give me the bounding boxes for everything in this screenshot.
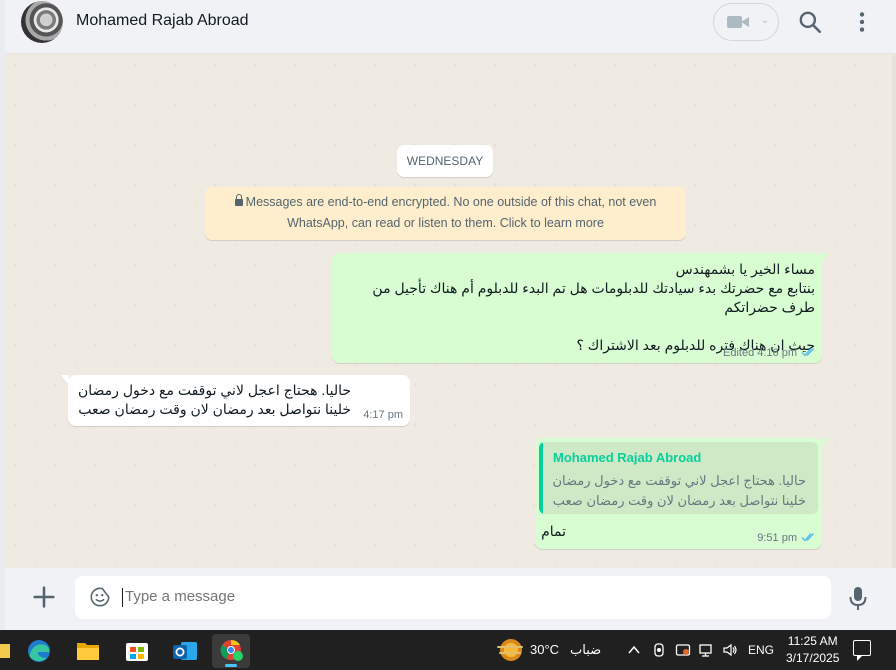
- video-call-lens: [741, 17, 749, 27]
- double-check-icon: [801, 533, 815, 542]
- whatsapp-window: Mohamed Rajab Abroad ⌄ WEDNESDAY Message…: [5, 0, 896, 630]
- quoted-message[interactable]: Mohamed Rajab Abroad حاليا. هحتاج اعجل ل…: [539, 442, 818, 514]
- encryption-notice-text: Messages are end-to-end encrypted. No on…: [245, 195, 657, 230]
- message-list[interactable]: WEDNESDAY Messages are end-to-end encryp…: [5, 55, 896, 568]
- message-incoming[interactable]: حاليا. هحتاج اعجل لاني توقفت مع دخول رمض…: [61, 375, 410, 426]
- chat-header: Mohamed Rajab Abroad ⌄: [5, 0, 896, 54]
- taskbar-clock[interactable]: 11:25 AM 3/17/2025: [786, 633, 839, 667]
- fog-line: [497, 646, 523, 648]
- encryption-notice[interactable]: Messages are end-to-end encrypted. No on…: [205, 187, 686, 240]
- chevron-up-icon[interactable]: [626, 642, 642, 658]
- message-outgoing[interactable]: مساء الخير يا بشمهندس بنتابع مع حضرتك بد…: [332, 253, 829, 363]
- edge-icon[interactable]: [20, 634, 58, 668]
- quoted-author: Mohamed Rajab Abroad: [553, 450, 702, 465]
- notification-icon[interactable]: [853, 640, 871, 661]
- windows-taskbar: 30°C ضباب ENG 11:25 AM 3/17/2025: [0, 630, 896, 670]
- emoji-icon[interactable]: [89, 586, 111, 608]
- volume-icon[interactable]: [722, 642, 738, 658]
- weather-condition[interactable]: ضباب: [570, 642, 601, 658]
- message-box[interactable]: [75, 576, 831, 619]
- quote-accent-bar: [539, 442, 543, 514]
- text-caret: [122, 588, 123, 607]
- message-time: 4:17 pm: [363, 409, 403, 421]
- clock-date: 3/17/2025: [786, 651, 840, 665]
- lock-icon: [234, 194, 243, 206]
- store-icon[interactable]: [118, 634, 156, 668]
- message-input[interactable]: [125, 588, 805, 605]
- date-separator: WEDNESDAY: [397, 145, 493, 177]
- meet-now-icon[interactable]: [651, 642, 667, 658]
- message-meta: Edited 4:16 pm: [723, 347, 797, 359]
- weather-icon[interactable]: [500, 639, 522, 661]
- video-call-button[interactable]: ⌄: [713, 3, 779, 41]
- message-text: مساء الخير يا بشمهندس بنتابع مع حضرتك بد…: [372, 261, 815, 353]
- contact-name[interactable]: Mohamed Rajab Abroad: [76, 12, 249, 30]
- video-call-icon: [727, 16, 742, 28]
- whatsapp-chrome-icon[interactable]: [212, 634, 250, 668]
- fog-line: [499, 652, 521, 654]
- double-check-icon: [801, 348, 815, 357]
- microphone-icon[interactable]: [848, 586, 868, 612]
- message-outgoing-reply[interactable]: Mohamed Rajab Abroad حاليا. هحتاج اعجل ل…: [535, 438, 829, 549]
- contact-avatar[interactable]: [21, 1, 63, 43]
- outlook-icon[interactable]: [166, 634, 204, 668]
- weather-temperature[interactable]: 30°C: [530, 642, 559, 657]
- menu-icon[interactable]: [848, 9, 876, 35]
- clock-time: 11:25 AM: [787, 634, 838, 648]
- security-icon[interactable]: [675, 642, 691, 658]
- message-text: تمام: [541, 523, 566, 539]
- file-explorer-icon[interactable]: [69, 634, 107, 668]
- composer-bar: [5, 568, 896, 630]
- chevron-down-icon: ⌄: [761, 15, 770, 26]
- scrollbar[interactable]: [892, 55, 896, 568]
- network-icon[interactable]: [698, 642, 714, 658]
- quoted-text: حاليا. هحتاج اعجل لاني توقفت مع دخول رمض…: [552, 473, 806, 508]
- message-time: 9:51 pm: [757, 532, 797, 544]
- plus-icon[interactable]: [30, 583, 58, 611]
- message-text: حاليا. هحتاج اعجل لاني توقفت مع دخول رمض…: [77, 382, 351, 417]
- search-icon[interactable]: [796, 9, 824, 35]
- start-partial-icon[interactable]: [0, 634, 16, 668]
- input-language[interactable]: ENG: [748, 643, 774, 657]
